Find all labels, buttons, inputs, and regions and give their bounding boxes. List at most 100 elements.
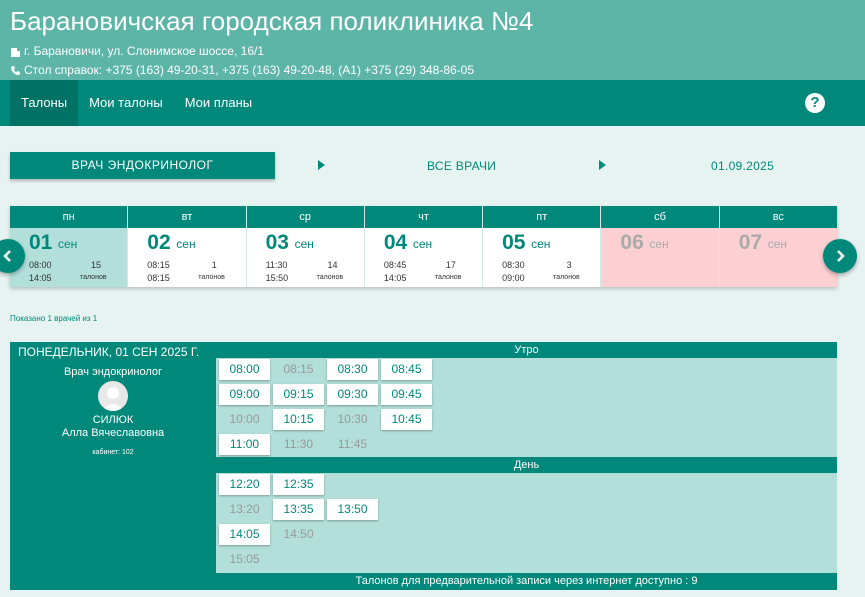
day-of-week: вт [128,206,246,228]
day-month: сен [176,237,196,251]
available-tickets-footer: Талонов для предварительной записи через… [355,575,698,587]
phones-text: Стол справок: +375 (163) 49-20-31, +375 … [24,63,475,77]
time-slot[interactable]: 10:15 [273,409,324,430]
day-of-week: ср [246,206,364,228]
building-icon [11,47,20,57]
tab-talony[interactable]: Талоны [10,80,79,126]
last-time: 15:50 [265,273,289,283]
doctors-filter[interactable]: ВСЕ ВРАЧИ [427,159,496,173]
tab-my-talony[interactable]: Мои талоны [78,80,174,126]
day-slots: 12:20 12:35 13:20 13:35 13:50 14:05 14:50 15:05 [216,473,837,573]
day-cell-sat: сб 06 сен [601,206,720,287]
user-icon [102,387,124,411]
time-slot[interactable]: 10:45 [381,409,432,430]
ticket-count: 17 [445,260,456,270]
day-cell-wed[interactable]: ср 03 сен 11:30 15:50 14 талонов [246,206,365,287]
time-slot: 15:05 [229,552,260,566]
doctor-specialty: Врач эндокринолог [63,366,163,378]
time-slot[interactable]: 14:05 [219,524,270,545]
day-month: сен [649,237,669,251]
day-number: 04 [383,231,408,254]
time-slot[interactable]: 13:35 [273,499,324,520]
ticket-count: 15 [90,260,101,270]
first-time: 08:00 [29,260,52,270]
ticket-count-label: талонов [80,274,107,281]
day-of-week: вс [719,206,837,228]
last-time: 14:05 [383,273,407,283]
time-slot: 13:20 [229,502,260,516]
time-slot[interactable]: 11:00 [219,434,270,455]
phone-icon [11,65,20,75]
shown-count: Показано 1 врачей из 1 [10,314,98,323]
time-slot: 10:30 [337,412,368,426]
day-number: 03 [265,231,289,254]
first-time: 11:30 [265,260,288,270]
time-slot: 08:15 [283,362,314,376]
ticket-count-label: талонов [316,274,344,281]
day-month: сен [294,237,314,251]
time-slot[interactable]: 09:00 [219,384,270,405]
time-slot[interactable]: 09:45 [381,384,432,405]
time-slot[interactable]: 08:30 [327,359,378,380]
arrow-right-icon [599,160,606,170]
time-slot[interactable]: 09:15 [273,384,324,405]
day-month: сен [767,237,787,251]
morning-header: Утро [216,342,837,358]
time-slot[interactable]: 08:00 [219,359,270,380]
ticket-count-label: талонов [553,274,580,281]
time-slot: 10:00 [229,412,260,426]
clinic-title: Барановичская городская поликлиника №4 [10,6,534,36]
address-line: г. Барановичи, ул. Слонимское шоссе, 16/… [10,44,264,58]
ticket-count-label: талонов [198,274,225,281]
time-slot[interactable]: 13:50 [327,499,378,520]
first-time: 08:45 [383,260,407,270]
doctor-surname: СИЛЮК [92,414,134,426]
chevron-left-icon [3,250,11,262]
schedule-date-title: ПОНЕДЕЛЬНИК, 01 СЕН 2025 Г. [18,345,200,359]
ticket-count-label: талонов [434,274,462,281]
first-time: 08:30 [502,260,525,270]
time-slot[interactable]: 12:35 [273,474,324,495]
last-time: 08:15 [147,273,170,283]
morning-slots: 08:00 08:15 08:30 08:45 09:00 09:15 09:30 09:45… [216,358,837,457]
tab-my-plans[interactable]: Мои планы [174,80,263,126]
avatar [98,381,128,411]
day-number: 02 [147,231,171,254]
day-cell-tue[interactable]: вт 02 сен 08:15 08:15 1 талонов [128,206,247,287]
day-of-week: сб [601,206,719,228]
doctor-given-name: Алла Вячеславовна [61,427,165,439]
ticket-count: 14 [327,260,338,270]
day-month: сен [412,237,433,251]
day-cell-sun: вс 07 сен [719,206,837,287]
ticket-count: 1 [211,260,217,270]
week-calendar: пн 01 сен 08:00 14:05 15 талонов вт 02 с… [10,206,837,287]
day-month: сен [531,237,551,251]
help-icon[interactable]: ? [805,93,825,113]
time-slot[interactable]: 09:30 [327,384,378,405]
date-filter[interactable]: 01.09.2025 [711,159,774,173]
day-number: 01 [29,231,53,254]
time-slots: Утро 08:00 08:15 08:30 08:45 09:00 09:15 09:30… [216,342,837,573]
last-time: 14:05 [29,273,52,283]
time-slot: 11:45 [337,437,368,451]
last-time: 09:00 [502,273,525,283]
next-week-button[interactable] [823,239,857,273]
time-slot[interactable]: 12:20 [219,474,270,495]
day-cell-fri[interactable]: пт 05 сен 08:30 09:00 3 талонов [483,206,602,287]
time-slot: 11:30 [283,437,314,451]
day-cell-thu[interactable]: чт 04 сен 08:45 14:05 17 талонов [364,206,484,287]
chevron-right-icon [837,250,845,262]
time-slot: 14:50 [283,527,314,541]
day-number: 05 [502,231,526,254]
specialty-button[interactable]: ВРАЧ ЭНДОКРИНОЛОГ [10,152,275,179]
schedule-panel: ПОНЕДЕЛЬНИК, 01 СЕН 2025 Г. Врач эндокри… [10,342,837,590]
time-slot[interactable]: 08:45 [381,359,432,380]
day-month: сен [58,237,78,251]
phone-line: Стол справок: +375 (163) 49-20-31, +375 … [10,63,474,77]
day-number: 07 [738,231,763,254]
day-cell-mon[interactable]: пн 01 сен 08:00 14:05 15 талонов [10,206,129,287]
ticket-count: 3 [566,260,572,270]
first-time: 08:15 [147,260,170,270]
doctor-name: СИЛЮК Алла Вячеславовна [18,414,208,440]
doctor-cabinet: кабинет: 102 [92,449,134,456]
